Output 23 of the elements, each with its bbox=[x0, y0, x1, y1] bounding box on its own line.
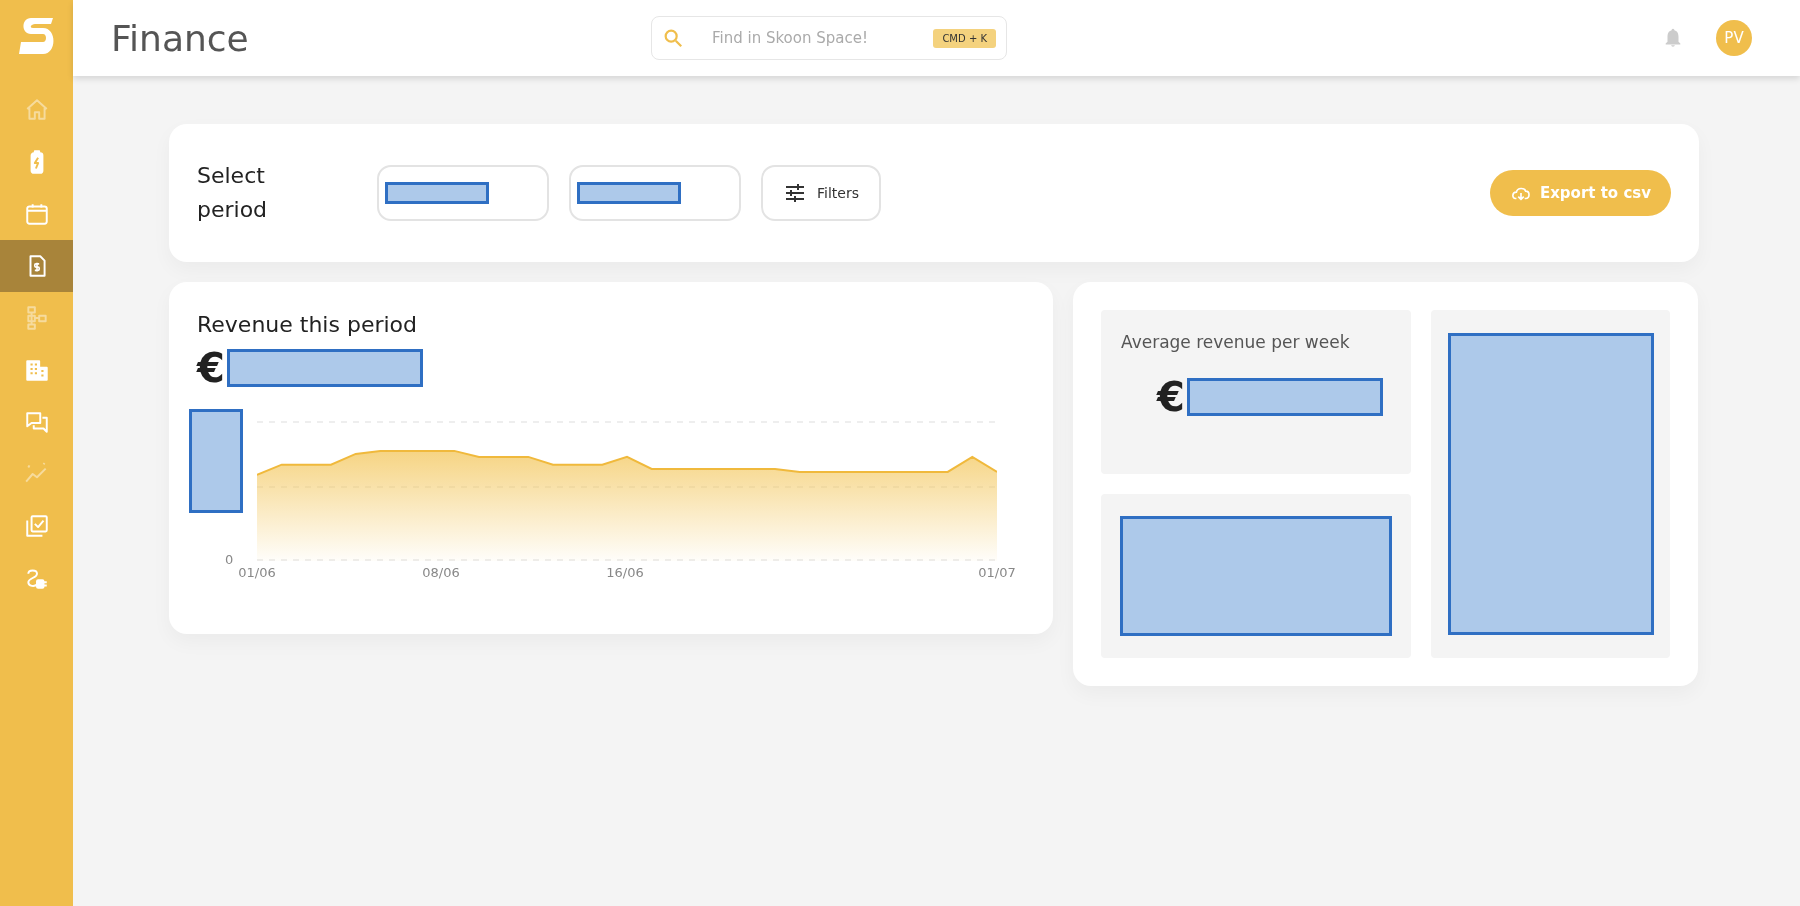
checklist-icon bbox=[23, 513, 50, 539]
axis-label: 01/07 bbox=[978, 565, 1016, 580]
calendar-icon bbox=[23, 201, 50, 227]
date-field[interactable] bbox=[377, 165, 549, 221]
building-icon bbox=[23, 357, 50, 383]
currency-symbol: € bbox=[197, 345, 225, 391]
sliders-icon bbox=[783, 181, 807, 205]
shortcut-badge: CMD + K bbox=[933, 28, 996, 48]
average-revenue-title: Average revenue per week bbox=[1121, 332, 1351, 352]
search-icon bbox=[662, 27, 684, 49]
date-field[interactable] bbox=[569, 165, 741, 221]
page-title: Finance bbox=[111, 17, 250, 59]
axis-label: 0 bbox=[225, 552, 234, 567]
currency-symbol: € bbox=[1157, 374, 1185, 420]
select-period-label: Select period bbox=[197, 162, 269, 224]
nav-item[interactable] bbox=[0, 240, 73, 292]
search-bar[interactable]: Find in Skoon Space! CMD + K bbox=[651, 16, 1007, 60]
axis-label: 16/06 bbox=[606, 565, 644, 580]
revenue-title: Revenue this period bbox=[197, 312, 419, 337]
axis-label: 08/06 bbox=[422, 565, 460, 580]
axis-label: 01/06 bbox=[238, 565, 276, 580]
chat-icon bbox=[23, 409, 50, 435]
filters-button[interactable]: Filters bbox=[761, 165, 881, 221]
